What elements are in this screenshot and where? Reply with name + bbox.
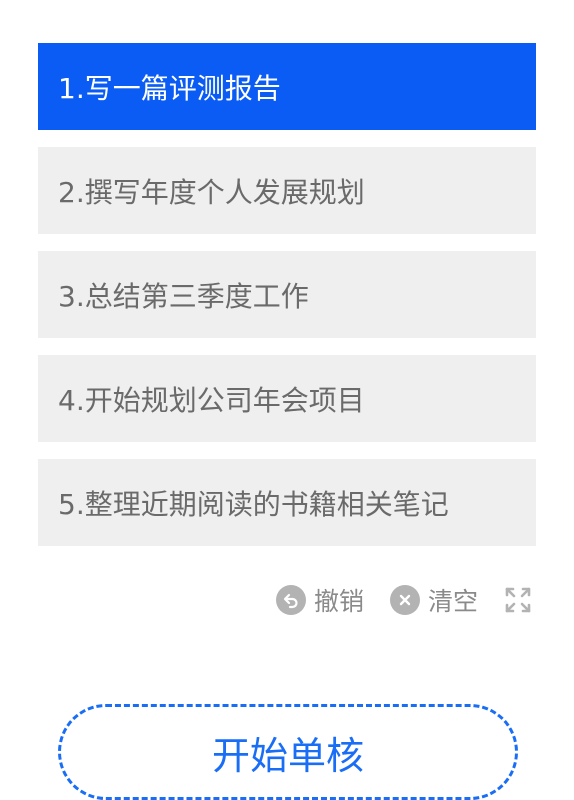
task-item-5[interactable]: 5.整理近期阅读的书籍相关笔记 (38, 459, 536, 546)
task-item-label: 4.开始规划公司年会项目 (58, 383, 365, 417)
task-item-3[interactable]: 3.总结第三季度工作 (38, 251, 536, 338)
clear-label: 清空 (427, 587, 478, 616)
task-item-label: 2.撰写年度个人发展规划 (58, 175, 365, 209)
task-item-label: 3.总结第三季度工作 (58, 279, 309, 313)
task-item-1[interactable]: 1.写一篇评测报告 (38, 43, 536, 130)
clear-button[interactable]: 清空 (389, 582, 478, 618)
task-item-label: 1.写一篇评测报告 (58, 71, 281, 105)
start-button[interactable]: 开始单核 (58, 704, 518, 800)
task-list: 1.写一篇评测报告 2.撰写年度个人发展规划 3.总结第三季度工作 4.开始规划… (38, 43, 536, 563)
clear-icon (389, 585, 420, 615)
expand-icon[interactable] (504, 586, 532, 614)
task-item-4[interactable]: 4.开始规划公司年会项目 (38, 355, 536, 442)
task-item-label: 5.整理近期阅读的书籍相关笔记 (58, 487, 449, 521)
action-toolbar: 撤销 清空 (275, 580, 532, 620)
undo-button[interactable]: 撤销 (275, 582, 364, 618)
undo-icon (275, 585, 306, 615)
task-item-2[interactable]: 2.撰写年度个人发展规划 (38, 147, 536, 234)
undo-label: 撤销 (313, 587, 364, 616)
start-button-label: 开始单核 (211, 733, 364, 778)
